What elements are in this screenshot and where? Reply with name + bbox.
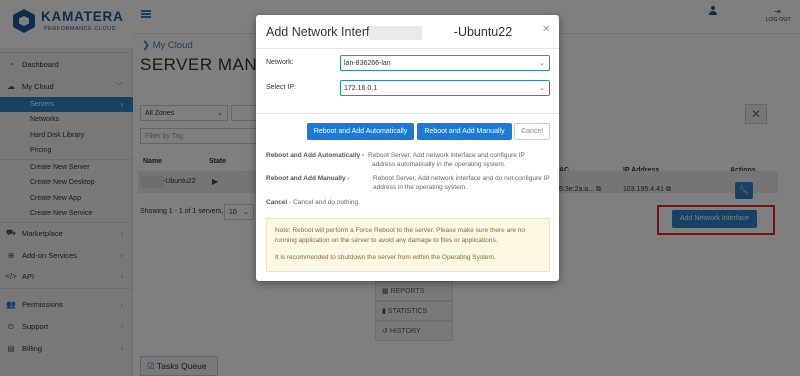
divider bbox=[256, 48, 559, 49]
description-manual-line: address in the operating system. bbox=[373, 184, 467, 191]
description-manual-line: Reboot Server, Add network interface and… bbox=[373, 175, 550, 182]
dialog-title-suffix: -Ubuntu22 bbox=[453, 25, 513, 39]
network-select[interactable]: lan-836266-lan ⌄ bbox=[340, 55, 550, 71]
ip-select[interactable]: 172.16.0.1 ⌄ bbox=[340, 80, 550, 96]
divider bbox=[256, 113, 559, 114]
chevron-down-icon: ⌄ bbox=[539, 85, 545, 92]
description-manual-title-text: Reboot and Add Manually - bbox=[266, 175, 350, 182]
chevron-down-icon: ⌄ bbox=[539, 60, 545, 67]
select-ip-label: Select IP: bbox=[266, 84, 296, 91]
redacted-name bbox=[369, 26, 422, 40]
description-auto-title-text: Reboot and Add Automatically - bbox=[266, 152, 365, 159]
description-auto-line: Reboot Server, Add network interface and… bbox=[368, 152, 525, 159]
description-cancel-text: - Cancel and do nothing. bbox=[287, 199, 360, 206]
description-cancel: Cancel - Cancel and do nothing. bbox=[266, 198, 360, 207]
note-line: running application on the server to avo… bbox=[275, 237, 498, 244]
note-line: It is recommended to shutdown the server… bbox=[275, 254, 496, 261]
note-line: Note: Reboot will perform a Force Reboot… bbox=[275, 227, 526, 234]
add-network-interface-dialog: Add Network Interface - -Ubuntu22 ✕ Netw… bbox=[256, 15, 559, 281]
reboot-warning-note: Note: Reboot will perform a Force Reboot… bbox=[266, 218, 550, 272]
cancel-button[interactable]: Cancel bbox=[514, 123, 550, 140]
description-manual-text: Reboot Server, Add network interface and… bbox=[373, 174, 550, 192]
description-auto-text: Reboot Server, Add network interface and… bbox=[368, 151, 525, 169]
description-auto-line: address automatically in the operating s… bbox=[372, 161, 506, 168]
reboot-add-automatically-button[interactable]: Reboot and Add Automatically bbox=[307, 123, 414, 140]
ip-select-value: 172.16.0.1 bbox=[344, 84, 378, 92]
description-cancel-title: Cancel bbox=[266, 199, 288, 206]
network-label: Network: bbox=[266, 59, 294, 66]
network-select-value: lan-836266-lan bbox=[344, 59, 391, 67]
description-auto-title: Reboot and Add Automatically - bbox=[266, 151, 364, 160]
reboot-add-manually-button[interactable]: Reboot and Add Manually bbox=[417, 123, 512, 140]
description-manual-title: Reboot and Add Manually - bbox=[266, 174, 350, 183]
close-icon[interactable]: ✕ bbox=[542, 24, 550, 35]
